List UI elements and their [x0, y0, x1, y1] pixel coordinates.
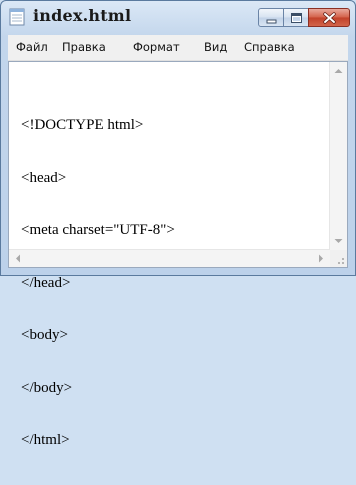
editor-line: <meta charset="UTF-8">	[21, 222, 175, 238]
window-title: index.html	[33, 6, 132, 25]
scroll-left-arrow-icon[interactable]	[15, 254, 21, 263]
editor-line: </html>	[21, 432, 70, 448]
horizontal-scrollbar[interactable]	[9, 249, 330, 267]
menu-bar: Файл Правка Формат Вид Справка	[8, 35, 348, 61]
menu-view[interactable]: Вид	[204, 40, 227, 54]
close-icon	[323, 12, 336, 24]
minimize-icon	[266, 19, 277, 24]
maximize-button[interactable]	[283, 8, 309, 27]
editor-line: <head>	[21, 169, 67, 186]
close-button[interactable]	[308, 8, 350, 27]
editor-line: </head>	[21, 274, 71, 291]
menu-format[interactable]: Формат	[133, 40, 180, 54]
notepad-window: index.html Файл Правка Формат Вид Справк…	[0, 0, 356, 448]
menu-edit[interactable]: Правка	[62, 40, 106, 54]
editor-content[interactable]: <!DOCTYPE html> <head> <meta charset="UT…	[21, 82, 175, 485]
vertical-scrollbar[interactable]	[329, 62, 347, 250]
editor-line: </body>	[21, 379, 73, 396]
scroll-right-arrow-icon[interactable]	[318, 254, 324, 263]
editor-line: <!DOCTYPE html>	[21, 117, 144, 133]
menu-file[interactable]: Файл	[16, 40, 48, 54]
notepad-icon	[9, 7, 25, 26]
resize-grip-icon	[338, 258, 344, 264]
title-bar[interactable]: index.html	[1, 1, 355, 33]
text-editor[interactable]: <!DOCTYPE html> <head> <meta charset="UT…	[8, 61, 348, 448]
editor-line: <body>	[21, 327, 68, 343]
resize-grip[interactable]	[330, 250, 347, 267]
scroll-up-arrow-icon[interactable]	[334, 68, 343, 74]
maximize-icon	[291, 13, 302, 23]
menu-help[interactable]: Справка	[244, 40, 295, 54]
scroll-down-arrow-icon[interactable]	[334, 238, 343, 244]
minimize-button[interactable]	[258, 8, 284, 27]
